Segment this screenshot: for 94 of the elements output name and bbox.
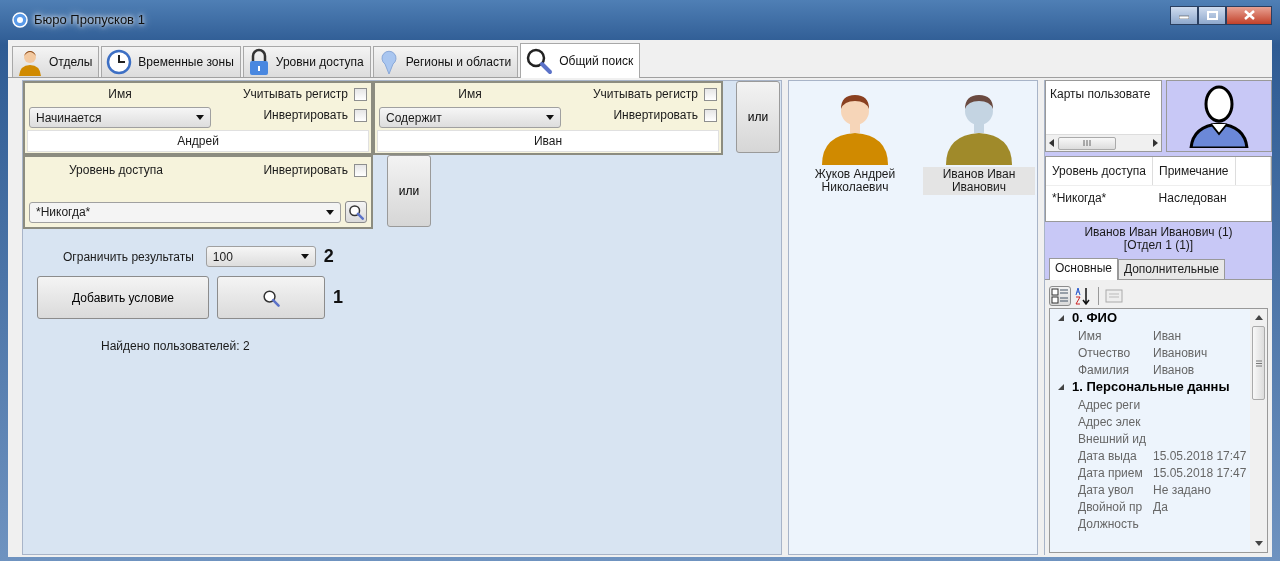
scroll-down-icon (1254, 541, 1263, 546)
category-title: 0. ФИО (1072, 309, 1117, 328)
categorized-button[interactable] (1049, 286, 1071, 306)
field-label: Уровень доступа (69, 162, 164, 179)
scroll-right-icon (1153, 139, 1158, 147)
checkbox-label: Учитывать регистр (592, 86, 698, 103)
maximize-icon (1206, 10, 1218, 20)
property-name: Фамилия (1078, 362, 1129, 377)
property-name: Дата увол (1078, 482, 1134, 497)
caret-icon (326, 209, 334, 215)
user-name: Иванов Иван Иванович (1) (1084, 225, 1233, 239)
search-icon (348, 204, 364, 220)
results-count: Найдено пользователей: 2 (101, 339, 250, 353)
vertical-scrollbar[interactable] (1250, 309, 1267, 552)
grip-icon (1255, 359, 1262, 367)
scroll-up-icon (1254, 315, 1263, 320)
maximize-button[interactable] (1198, 5, 1226, 25)
property-name: Внешний ид (1078, 431, 1146, 446)
field-label: Имя (108, 86, 132, 103)
property-value: Иван (1153, 327, 1182, 345)
callout-number: 1 (333, 286, 343, 309)
property-name: Дата выда (1078, 448, 1137, 463)
property-name: Адрес реги (1078, 397, 1141, 412)
search-icon (525, 47, 554, 75)
checkbox[interactable] (354, 163, 367, 177)
sort-alphabetical-icon[interactable] (1074, 287, 1092, 305)
property-name: Имя (1078, 328, 1102, 343)
caret-icon (300, 254, 309, 259)
scroll-left-icon (1049, 139, 1054, 147)
limit-label: Ограничить результаты (63, 248, 194, 266)
add-condition-button[interactable]: Добавить условие (37, 276, 209, 319)
tab[interactable]: Отделы (12, 46, 100, 77)
checkbox[interactable] (354, 108, 367, 122)
property-name: Дата прием (1078, 465, 1143, 480)
app-icon (12, 12, 28, 28)
checkbox-label: Инвертировать (613, 107, 698, 124)
collapse-icon[interactable] (1058, 384, 1064, 390)
column-header: Карты пользовате (1050, 87, 1151, 101)
value-field[interactable]: Иван (377, 130, 719, 152)
property-name: Двойной пр (1078, 499, 1143, 514)
window-title: Бюро Пропусков 1 (34, 11, 145, 30)
checkbox-label: Инвертировать (263, 107, 348, 124)
table-cell: Наследован (1152, 185, 1235, 210)
property-name: Отчество (1078, 345, 1131, 360)
table-cell: *Никогда* (1046, 185, 1153, 210)
checkbox-label: Инвертировать (263, 162, 348, 179)
callout-number: 2 (323, 245, 334, 268)
field-label: Имя (458, 86, 482, 103)
lock-icon (247, 48, 270, 76)
tab[interactable]: Регионы и области (372, 46, 519, 77)
checkbox[interactable] (704, 108, 717, 122)
user-name[interactable]: Иванов Иван Иванович (923, 167, 1035, 195)
property-value: Да (1153, 498, 1168, 516)
person-icon (17, 48, 43, 76)
limit-dropdown[interactable]: 100 (205, 246, 316, 267)
caret-icon (196, 115, 204, 120)
property-name: Должность (1078, 516, 1139, 531)
clock-icon (106, 49, 133, 75)
checkbox[interactable] (704, 87, 717, 101)
tab[interactable]: Общий поиск (520, 43, 641, 78)
close-button[interactable] (1226, 5, 1272, 25)
tab[interactable]: Уровни доступа (242, 46, 371, 77)
caret-icon (546, 115, 554, 120)
property-value: Иванович (1153, 344, 1208, 362)
checkbox[interactable] (354, 87, 367, 101)
horizontal-scrollbar[interactable] (1046, 134, 1161, 151)
mode-dropdown[interactable]: Начинается (29, 107, 211, 128)
tab[interactable]: Основные (1049, 258, 1118, 280)
close-icon (1243, 10, 1255, 20)
search-icon (262, 288, 280, 307)
user-name[interactable]: Жуков Андрей Николаевич (799, 167, 911, 195)
minimize-button[interactable] (1170, 5, 1198, 25)
property-value: 15.05.2018 17:47 (1153, 464, 1247, 482)
department-name: [Отдел 1 (1)] (1123, 238, 1194, 252)
user-photo-icon (1187, 84, 1251, 148)
column-header: Уровень доступа (1046, 157, 1153, 186)
property-name: Адрес элек (1078, 414, 1141, 429)
property-value: Не задано (1153, 481, 1211, 499)
value-field[interactable]: Андрей (27, 130, 369, 152)
mode-dropdown[interactable]: Содержит (379, 107, 561, 128)
tab[interactable]: Временные зоны (101, 46, 241, 77)
column-header: Примечание (1152, 157, 1235, 186)
search-button[interactable] (345, 201, 367, 223)
categorized-icon (1051, 288, 1069, 304)
tab[interactable]: Дополнительные (1117, 259, 1225, 279)
or-button[interactable]: или (387, 155, 431, 227)
grip-icon (1082, 140, 1092, 146)
level-dropdown[interactable]: *Никогда* (29, 201, 341, 223)
property-value: Иванов (1153, 361, 1195, 379)
property-value: 15.05.2018 17:47 (1153, 447, 1247, 465)
category-title: 1. Персональные данны (1072, 378, 1230, 397)
or-button[interactable]: или (736, 81, 780, 153)
checkbox-label: Учитывать регистр (242, 86, 348, 103)
collapse-icon[interactable] (1058, 315, 1064, 321)
